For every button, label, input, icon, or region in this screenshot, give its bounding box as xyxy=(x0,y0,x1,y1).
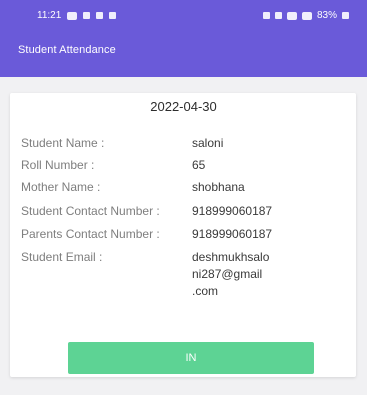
battery-icon xyxy=(342,12,349,19)
parents-contact-label: Parents Contact Number : xyxy=(21,227,160,241)
parents-contact-value: 918999060187 xyxy=(192,227,273,241)
student-contact-value: 918999060187 xyxy=(192,204,273,218)
student-name-value: saloni xyxy=(192,136,224,150)
student-contact-label: Student Contact Number : xyxy=(21,204,160,218)
lock-icon xyxy=(262,12,270,19)
status-right: 83% xyxy=(262,10,349,21)
notification-icon xyxy=(109,12,117,19)
status-left: 11:21 xyxy=(37,10,117,21)
student-email-line-1: deshmukhsalo xyxy=(192,250,270,264)
student-email-line-3: .com xyxy=(192,284,219,298)
roll-number-label: Roll Number : xyxy=(21,158,95,172)
student-email-line-2: ni287@gmail xyxy=(192,267,263,281)
message-icon xyxy=(67,11,78,20)
send-icon xyxy=(83,12,91,19)
signal-icon xyxy=(301,11,312,20)
status-time: 11:21 xyxy=(37,10,62,21)
roll-number-value: 65 xyxy=(192,158,206,172)
mother-name-value: shobhana xyxy=(192,180,245,194)
student-name-label: Student Name : xyxy=(21,136,105,150)
in-button[interactable]: IN xyxy=(68,342,314,374)
student-email-label: Student Email : xyxy=(21,250,103,264)
mother-name-label: Mother Name : xyxy=(21,180,101,194)
status-bar: 11:21 83% xyxy=(0,0,367,32)
battery-text: 83% xyxy=(316,10,337,21)
wifi-icon xyxy=(286,11,297,20)
vibrate-icon xyxy=(274,12,282,19)
attendance-date: 2022-04-30 xyxy=(150,99,217,114)
gallery-icon xyxy=(96,12,104,19)
page-title: Student Attendance xyxy=(18,44,116,56)
